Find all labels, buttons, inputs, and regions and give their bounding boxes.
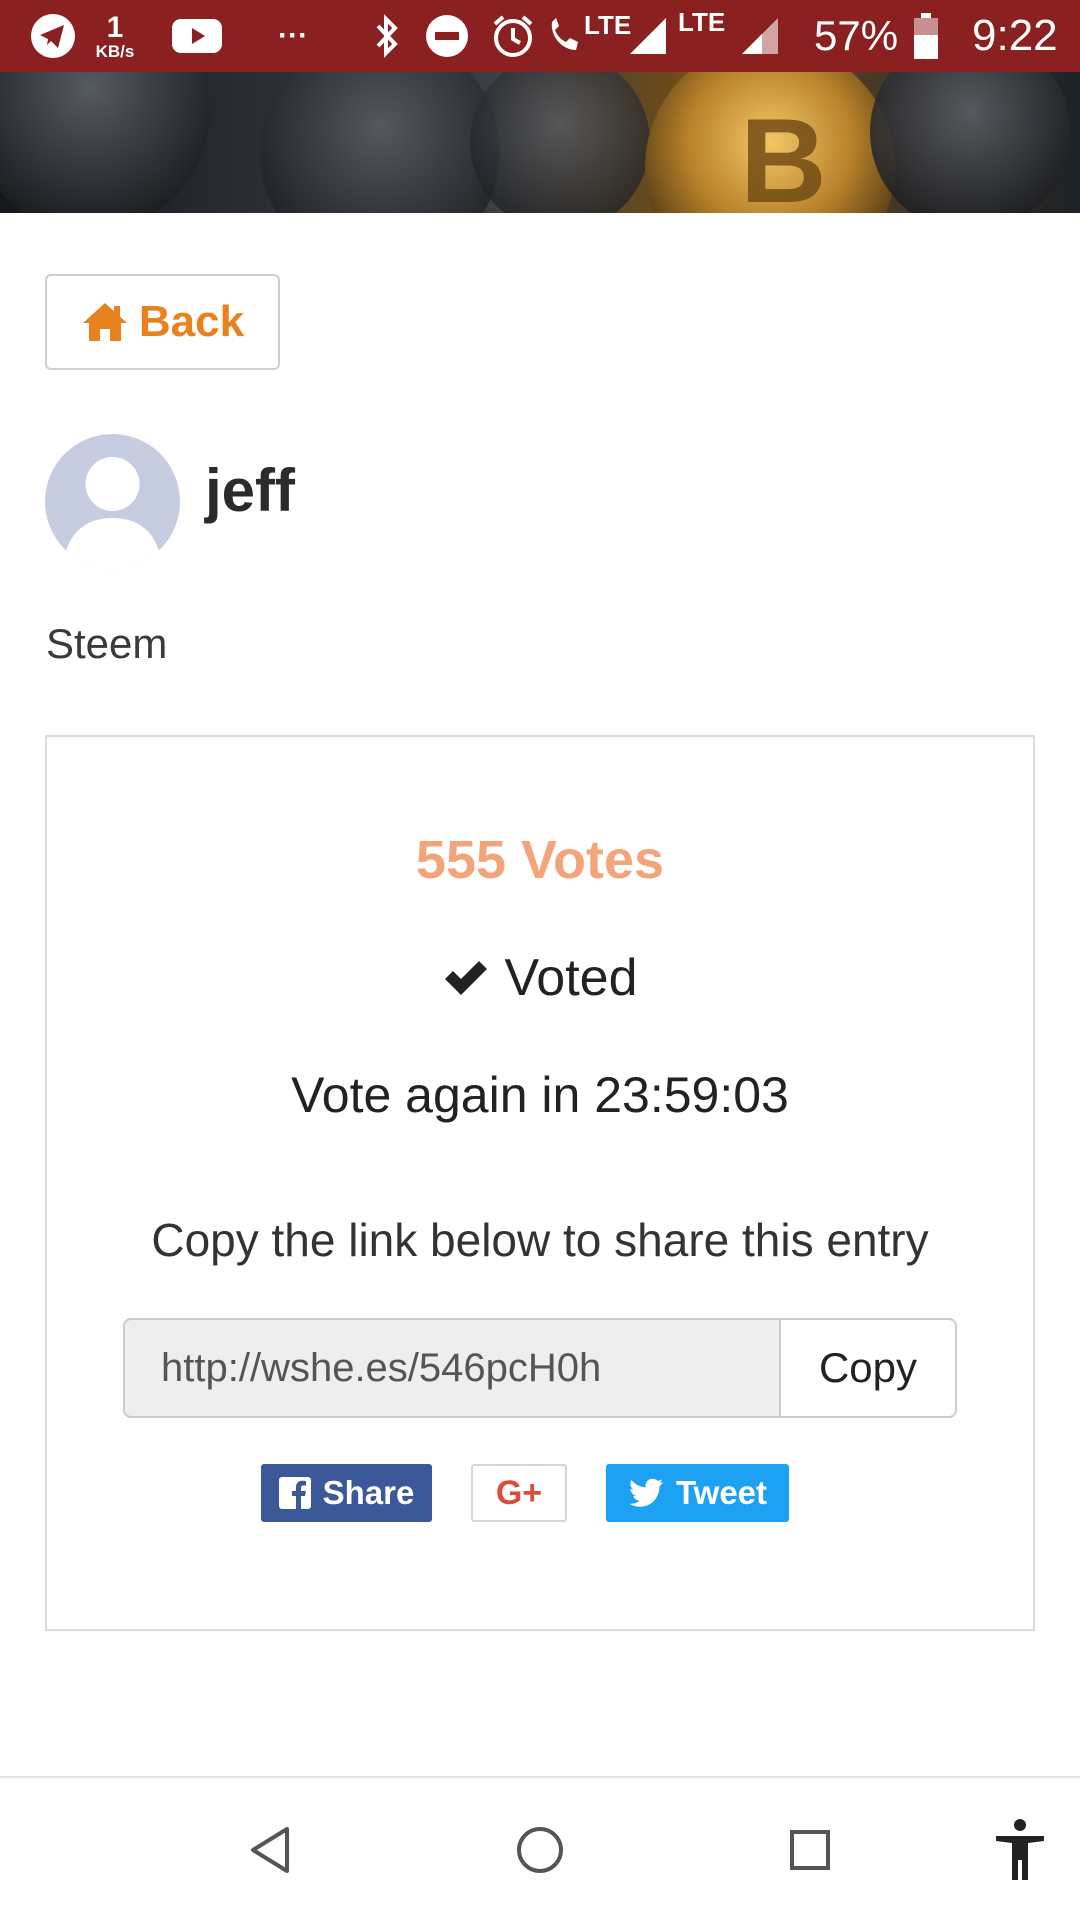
back-label: Back [138,297,245,346]
username: jeff [205,457,295,524]
twitter-tweet-button[interactable]: Tweet [606,1464,789,1522]
back-triangle-icon [251,1827,289,1873]
avatar [45,434,180,569]
status-bar: 1 KB/s ··· LTE LTE 57% 9:22 [0,0,1080,72]
back-nav-button[interactable] [230,1778,310,1922]
data-speed-value: 1 [106,10,124,44]
facebook-share-label: Share [322,1474,415,1511]
home-icon [82,303,127,341]
svg-text:B: B [740,94,827,213]
facebook-icon [278,1477,311,1509]
navigation-bar [0,1776,1080,1922]
copy-hint: Copy the link below to share this entry [151,1214,929,1266]
data-speed-unit: KB/s [95,41,135,61]
lte-label: LTE [678,6,726,37]
twitter-tweet-label: Tweet [675,1474,768,1511]
voted-status: Voted [0,948,1080,1008]
telegram-icon [30,0,76,72]
vote-count: 555 Votes [415,830,665,890]
recents-square-icon [790,1830,830,1870]
accessibility-icon [996,1819,1044,1880]
entry-category: Steem [46,620,168,667]
voted-label: Voted [504,949,638,1007]
google-plus-share-button[interactable]: G+ [471,1464,567,1522]
overflow-icon: ··· [278,19,308,52]
battery-percent: 57% [814,12,899,59]
bluetooth-icon [372,0,402,72]
header-banner: B [0,72,1080,213]
accessibility-button[interactable] [980,1778,1060,1922]
lte-call-icon: LTE [546,0,631,72]
google-plus-icon: G+ [495,1473,543,1512]
twitter-icon [629,1478,663,1507]
youtube-icon [172,0,222,72]
back-button[interactable]: Back [45,274,280,370]
share-link-input[interactable] [123,1318,781,1418]
home-nav-button[interactable] [500,1778,580,1922]
do-not-disturb-icon [425,0,469,72]
battery-icon [914,0,938,72]
check-icon [445,961,488,995]
signal-icon-2 [740,0,780,72]
lte-call-label: LTE [584,9,632,40]
signal-icon [628,0,668,72]
copy-button[interactable]: Copy [781,1318,957,1418]
home-circle-icon [517,1827,563,1873]
clock: 9:22 [972,11,1058,60]
alarm-icon [490,0,536,72]
recents-nav-button[interactable] [770,1778,850,1922]
facebook-share-button[interactable]: Share [261,1464,432,1522]
data-speed: 1 KB/s [80,0,150,72]
coins-illustration: B [0,72,1070,213]
vote-countdown: Vote again in 23:59:03 [291,1067,789,1123]
share-link-group: Copy [123,1318,957,1418]
